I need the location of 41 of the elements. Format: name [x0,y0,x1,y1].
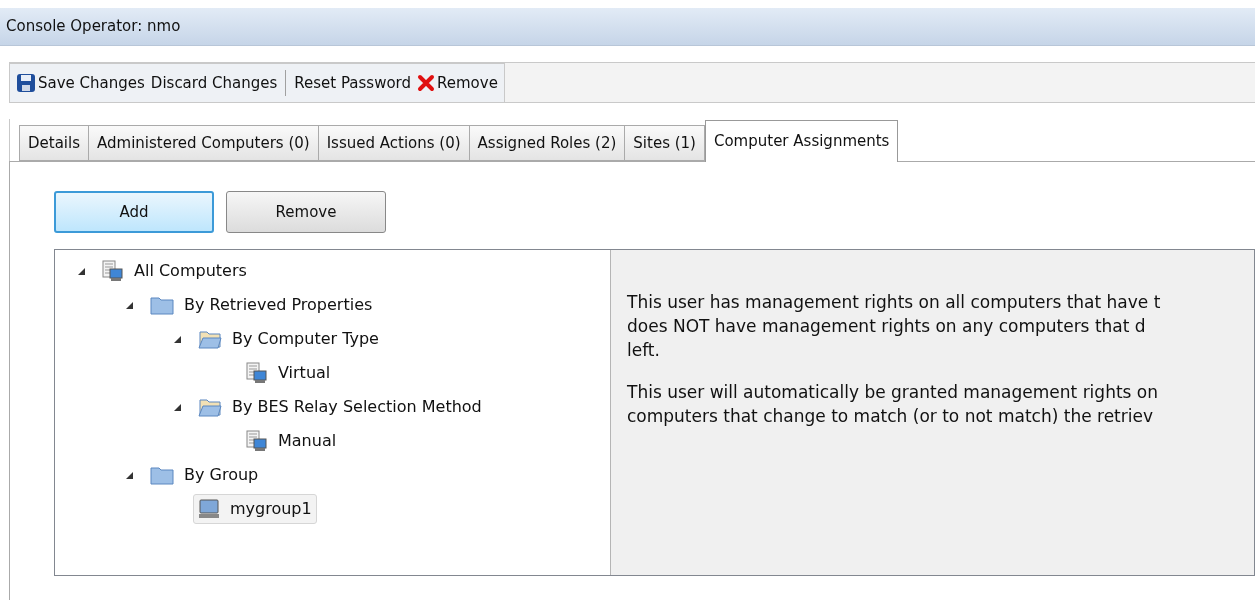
tab[interactable]: Assigned Roles (2) [468,125,626,161]
tab[interactable]: Issued Actions (0) [317,125,470,161]
tree-item[interactable]: Manual [241,426,342,456]
info-text: This user has management rights on all computers that have t [627,291,1162,314]
computers-icon [246,362,268,384]
info-text: This user will automatically be granted management rights on [627,381,1159,404]
tree-item[interactable]: By Group [145,460,264,490]
tree-item[interactable]: By Retrieved Properties [145,290,378,320]
tab[interactable]: Details [19,125,89,161]
tab[interactable]: Administered Computers (0) [88,125,319,161]
computer-icon [198,499,220,519]
expand-icon[interactable] [173,334,182,344]
save-icon [16,73,36,93]
expand-icon[interactable] [173,402,182,412]
remove-button[interactable]: Remove [226,191,386,233]
remove-button[interactable]: Remove [417,68,498,98]
add-button[interactable]: Add [54,191,214,233]
tree-item[interactable]: Virtual [241,358,336,388]
window-title: Console Operator: nmo [6,16,181,38]
tree-item[interactable]: All Computers [97,256,252,286]
tab[interactable]: Sites (1) [624,125,705,161]
info-text: computers that change to match (or to not match) the retriev [627,405,1154,428]
save-button[interactable]: Save Changes [16,68,145,98]
close-icon [417,74,435,92]
info-text: does NOT have management rights on any computers that d [627,315,1147,338]
tree-item[interactable]: By BES Relay Selection Method [193,392,487,422]
tree-item[interactable]: mygroup1 [193,494,317,524]
toolbar-button[interactable]: Discard Changes [150,68,278,98]
folder-icon [198,397,222,417]
folder-icon [150,295,174,315]
info-text: left. [627,339,661,362]
computers-icon [102,260,124,282]
expand-icon[interactable] [125,470,134,480]
folder-icon [198,329,222,349]
folder-icon [150,465,174,485]
expand-icon[interactable] [77,266,86,276]
toolbar-button[interactable]: Reset Password [294,68,411,98]
tab[interactable]: Computer Assignments [704,120,899,162]
expand-icon[interactable] [125,300,134,310]
tree-item[interactable]: By Computer Type [193,324,384,354]
computers-icon [246,430,268,452]
